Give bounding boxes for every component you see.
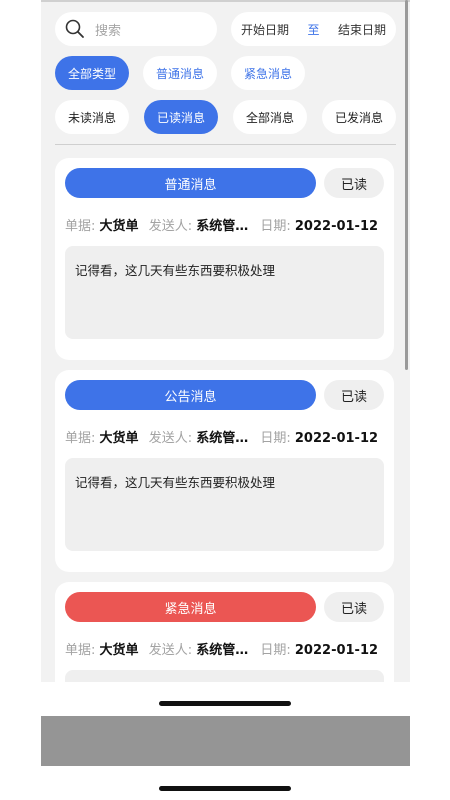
message-content: 记得看，这几天有些东西要积极处理	[65, 458, 384, 551]
date-range-picker[interactable]: 开始日期 至 结束日期	[231, 12, 396, 46]
overlay-band	[41, 716, 410, 766]
sender-label: 发送人:	[148, 643, 193, 658]
filter-urgent-messages[interactable]: 紧急消息	[231, 56, 305, 90]
message-meta: 单据: 大货单 发送人: 系统管理员 日期: 2022-01-12	[65, 427, 384, 446]
message-meta: 单据: 大货单 发送人: 系统管理员 日期: 2022-01-12	[65, 215, 384, 234]
message-card[interactable]: 普通消息 已读 单据: 大货单 发送人: 系统管理员 日期: 2022-01-1…	[55, 158, 394, 360]
message-content: 记得看，这几天有些东西要积极处理	[65, 246, 384, 339]
sender-value: 系统管理员	[196, 431, 250, 446]
date-label: 日期:	[260, 431, 291, 446]
search-input[interactable]: 搜索	[55, 12, 217, 46]
doc-label: 单据:	[65, 219, 96, 234]
top-divider	[41, 0, 410, 2]
sender-label: 发送人:	[148, 219, 193, 234]
sender-value: 系统管理员	[196, 219, 250, 234]
sender-label: 发送人:	[148, 431, 193, 446]
doc-value: 大货单	[99, 431, 139, 446]
message-type-badge: 普通消息	[65, 168, 316, 198]
message-type-badge: 紧急消息	[65, 592, 316, 622]
doc-label: 单据:	[65, 643, 96, 658]
card-header: 紧急消息 已读	[65, 592, 384, 622]
date-value: 2022-01-12	[294, 431, 379, 446]
type-filter-row: 全部类型 普通消息 紧急消息	[55, 56, 396, 90]
home-indicator[interactable]	[159, 701, 291, 706]
end-date-field[interactable]: 结束日期	[338, 21, 386, 38]
doc-label: 单据:	[65, 431, 96, 446]
message-card[interactable]: 公告消息 已读 单据: 大货单 发送人: 系统管理员 日期: 2022-01-1…	[55, 370, 394, 572]
filter-sent[interactable]: 已发消息	[322, 100, 396, 134]
read-status-button[interactable]: 已读	[324, 592, 384, 622]
home-indicator-area	[41, 682, 410, 716]
scrollbar[interactable]	[405, 0, 408, 370]
message-list-screen: 搜索 开始日期 至 结束日期 全部类型 普通消息 紧急消息 未读消息 已读消息 …	[41, 0, 410, 682]
message-type-badge: 公告消息	[65, 380, 316, 410]
date-value: 2022-01-12	[294, 643, 379, 658]
filter-all-types[interactable]: 全部类型	[55, 56, 129, 90]
doc-value: 大货单	[99, 219, 139, 234]
start-date-field[interactable]: 开始日期	[241, 21, 289, 38]
read-status-button[interactable]: 已读	[324, 168, 384, 198]
date-separator: 至	[307, 22, 320, 37]
card-header: 公告消息 已读	[65, 380, 384, 410]
sender-value: 系统管理员	[196, 643, 250, 658]
message-meta: 单据: 大货单 发送人: 系统管理员 日期: 2022-01-12	[65, 639, 384, 658]
message-card[interactable]: 紧急消息 已读 单据: 大货单 发送人: 系统管理员 日期: 2022-01-1…	[55, 582, 394, 682]
filter-normal-messages[interactable]: 普通消息	[143, 56, 217, 90]
filter-bar: 搜索 开始日期 至 结束日期	[55, 12, 396, 46]
filter-unread[interactable]: 未读消息	[55, 100, 129, 134]
doc-value: 大货单	[99, 643, 139, 658]
search-icon	[65, 19, 85, 39]
card-header: 普通消息 已读	[65, 168, 384, 198]
section-divider	[55, 144, 396, 145]
filter-all-messages[interactable]: 全部消息	[233, 100, 307, 134]
date-value: 2022-01-12	[294, 219, 379, 234]
date-label: 日期:	[260, 219, 291, 234]
message-content	[65, 670, 384, 682]
home-indicator[interactable]	[159, 786, 291, 791]
filter-read[interactable]: 已读消息	[144, 100, 218, 134]
read-status-button[interactable]: 已读	[324, 380, 384, 410]
search-placeholder: 搜索	[95, 23, 122, 39]
status-filter-row: 未读消息 已读消息 全部消息 已发消息	[55, 100, 396, 134]
date-label: 日期:	[260, 643, 291, 658]
